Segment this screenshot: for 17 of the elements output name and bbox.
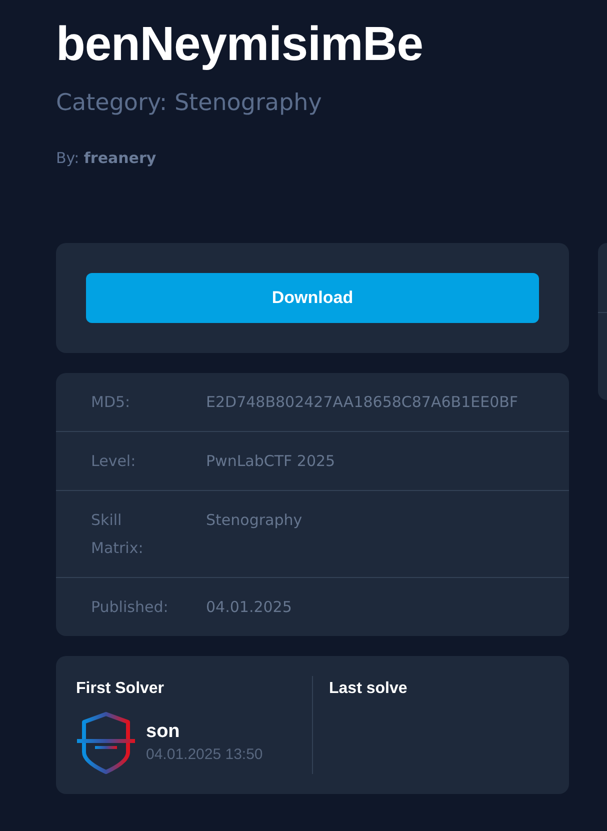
detail-value: E2D748B802427AA18658C87A6B1EE0BF: [206, 392, 518, 413]
solve-heading: First Solver: [76, 679, 164, 699]
detail-label: Level:: [91, 451, 137, 472]
detail-label: Published:: [91, 597, 170, 618]
detail-label: Skill Matrix:: [91, 510, 144, 559]
detail-value: PwnLabCTF 2025: [206, 451, 336, 472]
challenge-title: benNeymisimBe: [56, 18, 423, 72]
detail-label: MD5:: [91, 392, 132, 413]
category-label: Category: Stenography: [56, 89, 322, 118]
detail-value: Stenography: [206, 510, 302, 531]
author-line: By: freanery: [56, 148, 156, 168]
solve-heading: Last solve: [329, 679, 408, 699]
download-button[interactable]: Download: [86, 273, 539, 323]
shield-icon: [76, 712, 136, 774]
solver-name: son: [146, 720, 180, 744]
solve-time: 04.01.2025 13:50: [146, 745, 263, 765]
detail-value: 04.01.2025: [206, 597, 292, 618]
